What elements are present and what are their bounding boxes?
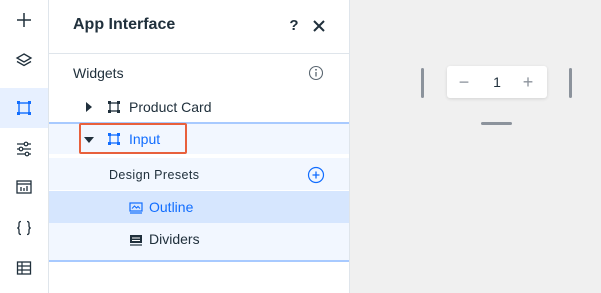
dashboard-button[interactable]	[0, 167, 48, 207]
info-icon[interactable]	[308, 65, 324, 81]
close-icon[interactable]	[311, 18, 327, 34]
quantity-stepper[interactable]: − 1 +	[447, 66, 547, 98]
panel-title: App Interface	[73, 16, 176, 33]
preset-item-dividers[interactable]: Dividers	[49, 223, 349, 262]
preset-label: Dividers	[149, 231, 200, 247]
design-presets-row: Design Presets	[49, 158, 349, 190]
widgets-section-label: Widgets	[73, 65, 124, 81]
increment-button[interactable]: +	[519, 72, 537, 92]
preset-icon	[129, 233, 143, 246]
resize-handle-bottom[interactable]	[481, 122, 512, 125]
add-preset-icon[interactable]	[307, 166, 325, 184]
preset-label: Outline	[149, 199, 194, 215]
expand-arrow-icon[interactable]	[86, 102, 92, 112]
tree-item-label: Product Card	[129, 99, 212, 115]
resize-handle-left[interactable]	[421, 68, 424, 98]
input-highlight-frame	[79, 123, 187, 154]
sliders-icon	[15, 140, 33, 158]
help-button[interactable]: ?	[287, 17, 301, 34]
app-interface-panel: App Interface ? Widgets Product Card Inp…	[49, 0, 350, 293]
table-dashboard-icon	[15, 178, 33, 196]
resize-handle-right[interactable]	[569, 68, 572, 98]
grid-table-icon	[15, 259, 33, 277]
cms-button[interactable]	[0, 248, 48, 288]
widget-frame-icon	[15, 99, 33, 117]
add-elements-button[interactable]	[0, 0, 48, 40]
left-toolbar	[0, 0, 49, 293]
design-presets-label: Design Presets	[109, 168, 200, 182]
decrement-button[interactable]: −	[455, 72, 473, 92]
widget-frame-icon	[107, 100, 121, 114]
layers-button[interactable]	[0, 40, 48, 80]
panel-header: App Interface ?	[49, 0, 349, 54]
stepper-value[interactable]: 1	[487, 74, 507, 90]
layers-icon	[15, 51, 33, 69]
tree-item-product-card[interactable]: Product Card	[49, 91, 349, 123]
code-button[interactable]	[0, 208, 48, 248]
preset-item-outline[interactable]: Outline	[49, 191, 349, 223]
editor-canvas[interactable]: − 1 +	[350, 0, 601, 293]
settings-button[interactable]	[0, 129, 48, 169]
preset-icon	[129, 201, 143, 214]
widgets-button[interactable]	[0, 88, 48, 128]
plus-icon	[15, 11, 33, 29]
code-braces-icon	[15, 219, 33, 237]
